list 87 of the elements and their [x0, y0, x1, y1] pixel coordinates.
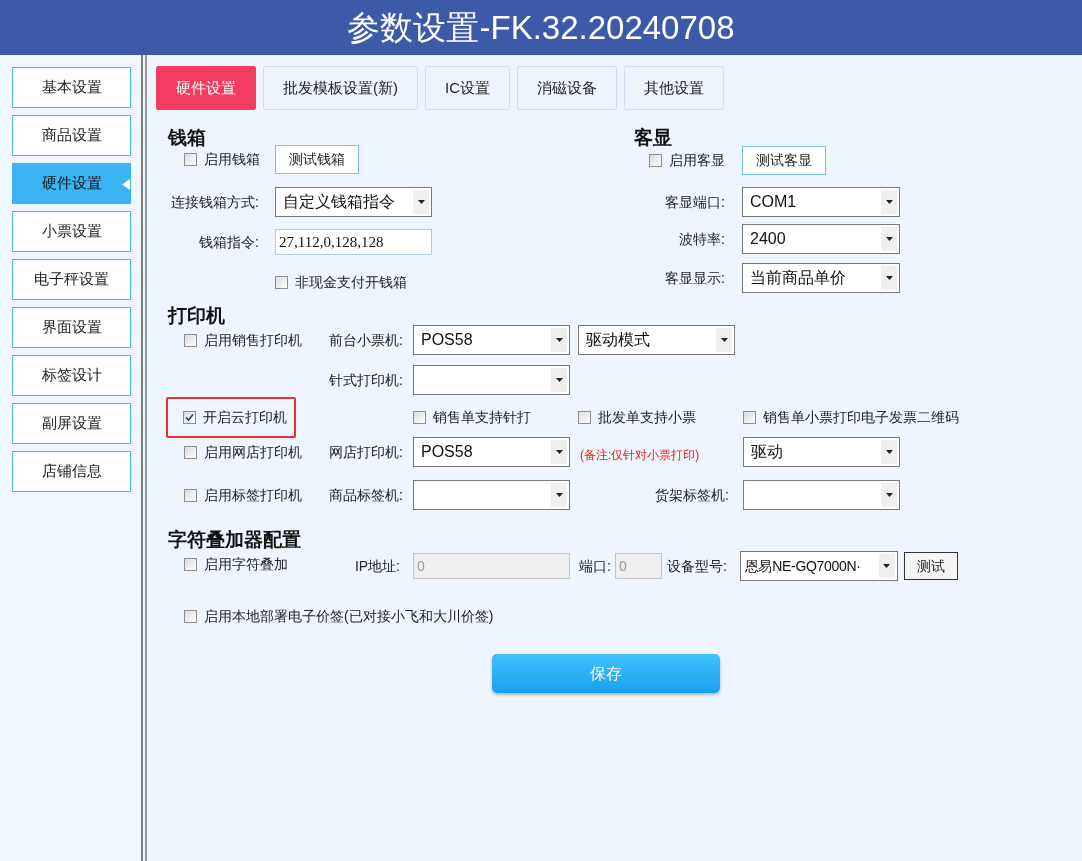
field-label: 钱箱指令: — [198, 232, 259, 252]
caret-icon — [551, 483, 567, 507]
dropdown[interactable]: 驱动 — [743, 437, 900, 467]
caret-icon — [881, 190, 897, 214]
test-button[interactable]: 测试钱箱 — [275, 145, 359, 174]
sidebar-item[interactable]: 小票设置 — [12, 211, 131, 252]
section-heading: 客显 — [634, 128, 673, 147]
field-label: 设备型号: — [666, 556, 727, 576]
checkbox[interactable] — [184, 488, 197, 502]
field-label: 货架标签机: — [654, 485, 729, 505]
dropdown[interactable]: 当前商品单价 — [742, 263, 900, 293]
section-heading: 字符叠加器配置 — [168, 530, 302, 549]
caret-icon — [716, 328, 732, 352]
caret-icon — [881, 440, 897, 464]
sidebar-item[interactable]: 基本设置 — [12, 67, 131, 108]
field-label: 客显显示: — [664, 268, 725, 288]
checkbox-label: 开启云打印机 — [203, 408, 287, 427]
caret-icon — [881, 483, 897, 507]
checkbox[interactable] — [649, 154, 662, 167]
field-label: 前台小票机: — [328, 330, 403, 350]
tab[interactable]: IC设置 — [425, 66, 510, 110]
check-icon — [185, 413, 194, 422]
sidebar-item[interactable]: 副屏设置 — [12, 403, 131, 444]
checkbox-label: 启用销售打印机 — [204, 330, 302, 350]
checkbox-label: 启用字符叠加 — [204, 555, 288, 574]
checkbox-label: 非现金支付开钱箱 — [295, 273, 407, 292]
checkbox[interactable] — [275, 276, 288, 289]
dropdown[interactable] — [413, 365, 570, 395]
caret-icon — [413, 190, 429, 214]
sidebar-item[interactable]: 硬件设置 — [12, 163, 131, 204]
field-label: IP地址: — [353, 556, 400, 576]
checkbox[interactable] — [184, 558, 197, 571]
caret-icon — [878, 554, 895, 578]
sidebar-item[interactable]: 商品设置 — [12, 115, 131, 156]
caret-icon — [551, 368, 567, 392]
window-title: 参数设置-FK.32.20240708 — [347, 7, 735, 48]
field-label: 端口: — [579, 556, 611, 576]
tab[interactable]: 消磁设备 — [517, 66, 617, 110]
caret-icon — [881, 266, 897, 290]
field-label: 连接钱箱方式: — [170, 192, 259, 212]
test-button[interactable]: 测试客显 — [742, 146, 826, 175]
dropdown[interactable]: 驱动模式 — [578, 325, 735, 355]
checkbox[interactable] — [184, 333, 197, 347]
checkbox[interactable] — [743, 411, 756, 424]
field-label: 商品标签机: — [328, 485, 403, 505]
checkbox-label: 批发单支持小票 — [598, 408, 696, 427]
section-heading: 钱箱 — [168, 128, 207, 147]
dropdown[interactable]: POS58 — [413, 437, 570, 467]
dropdown[interactable]: POS58 — [413, 325, 570, 355]
checkbox-label: 启用标签打印机 — [204, 485, 302, 505]
tab[interactable]: 其他设置 — [624, 66, 724, 110]
sidebar-item[interactable]: 界面设置 — [12, 307, 131, 348]
tab[interactable]: 硬件设置 — [156, 66, 256, 110]
tab[interactable]: 批发模板设置(新) — [263, 66, 418, 110]
dropdown[interactable] — [413, 480, 570, 510]
checkbox[interactable] — [184, 610, 197, 623]
field-label: 波特率: — [678, 229, 725, 249]
checkbox[interactable] — [413, 411, 426, 424]
dropdown[interactable]: 2400 — [742, 224, 900, 254]
sidebar-item[interactable]: 电子秤设置 — [12, 259, 131, 300]
field-label: 客显端口: — [664, 192, 725, 212]
caret-icon — [881, 227, 897, 251]
input-field[interactable]: 27,112,0,128,128 — [275, 229, 432, 255]
dropdown[interactable]: COM1 — [742, 187, 900, 217]
caret-icon — [551, 440, 567, 464]
checkbox[interactable] — [578, 411, 591, 424]
test-button[interactable]: 测试 — [903, 552, 958, 580]
checkbox-label: 销售单小票打印电子发票二维码 — [763, 408, 959, 427]
dropdown[interactable] — [743, 480, 900, 510]
checkbox[interactable] — [183, 411, 196, 424]
checkbox[interactable] — [184, 445, 197, 459]
section-heading: 打印机 — [168, 306, 226, 325]
sidebar-item[interactable]: 店铺信息 — [12, 451, 131, 492]
dropdown[interactable]: 自定义钱箱指令 — [275, 187, 432, 217]
note-text: (备注:仅针对小票打印) — [580, 448, 700, 462]
checkbox-label: 启用客显 — [669, 151, 725, 170]
caret-icon — [551, 328, 567, 352]
field-label: 网店打印机: — [328, 442, 403, 462]
pointer-icon — [122, 179, 130, 190]
checkbox[interactable] — [184, 153, 197, 166]
checkbox-label: 启用钱箱 — [204, 150, 260, 169]
checkbox-label: 启用本地部署电子价签(已对接小飞和大川价签) — [204, 607, 494, 626]
checkbox-label: 启用网店打印机 — [204, 442, 302, 462]
sidebar-item[interactable]: 标签设计 — [12, 355, 131, 396]
checkbox-label: 销售单支持针打 — [433, 408, 531, 427]
dropdown[interactable]: 恩易NE-GQ7000N· — [739, 551, 898, 581]
field-label: 针式打印机: — [328, 370, 403, 390]
